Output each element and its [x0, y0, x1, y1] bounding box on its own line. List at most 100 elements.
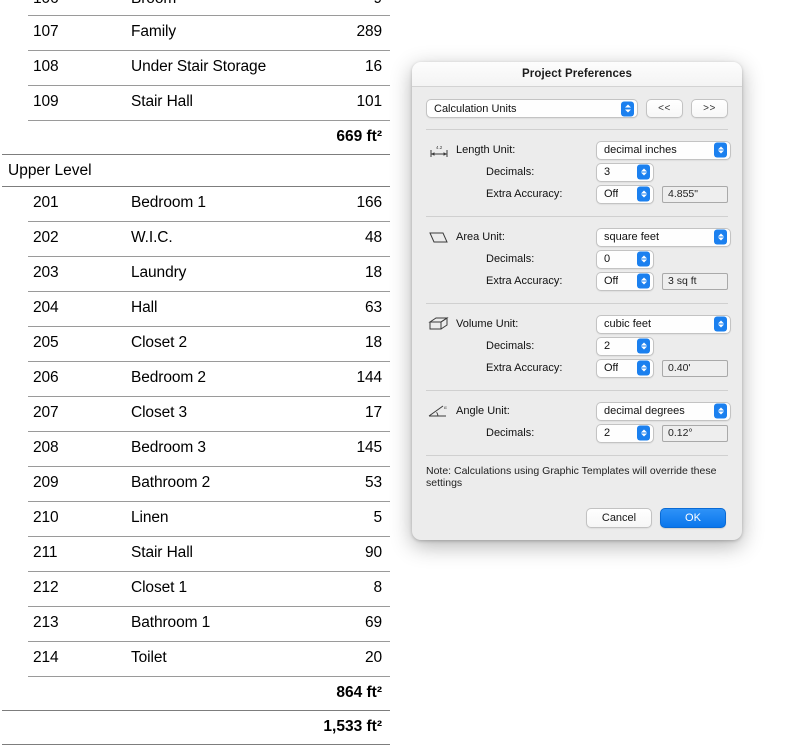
chevron-updown-icon — [637, 165, 650, 180]
extra-accuracy-popup[interactable]: Off — [596, 359, 654, 378]
table-row: 211Stair Hall90 — [0, 537, 392, 572]
room-name: Stair Hall — [131, 93, 193, 111]
room-name: Laundry — [131, 264, 186, 282]
unit-control-slot: cubic feet — [596, 315, 731, 334]
spacer — [426, 425, 452, 441]
unit-popup-value: square feet — [597, 231, 659, 243]
decimals-control-slot: 3 — [596, 163, 654, 182]
room-area: 48 — [365, 229, 382, 247]
extra-accuracy-popup[interactable]: Off — [596, 185, 654, 204]
room-number: 206 — [33, 369, 59, 387]
room-name: Stair Hall — [131, 544, 193, 562]
room-number: 109 — [33, 93, 59, 111]
spacer — [426, 186, 452, 202]
dialog-footer: Cancel OK — [412, 496, 742, 540]
room-number: 212 — [33, 579, 59, 597]
room-area: 9 — [373, 0, 382, 8]
unit-popup-value: decimal inches — [597, 144, 677, 156]
room-name: Linen — [131, 509, 168, 527]
cancel-button[interactable]: Cancel — [586, 508, 652, 528]
room-name: Toilet — [131, 649, 167, 667]
decimals-popup[interactable]: 0 — [596, 250, 654, 269]
decimals-row: Decimals:20.12° — [426, 422, 728, 444]
room-number: 209 — [33, 474, 59, 492]
extra-accuracy-control-slot: Off 4.855" — [596, 185, 728, 204]
room-name: Broom — [131, 0, 176, 8]
table-row: 209Bathroom 253 — [0, 467, 392, 502]
chevron-updown-icon — [637, 187, 650, 202]
decimals-popup-value: 2 — [597, 427, 610, 439]
table-row: 107Family289 — [0, 16, 392, 51]
accuracy-sample-field[interactable]: 0.12° — [662, 425, 728, 442]
room-number: 210 — [33, 509, 59, 527]
previous-scheme-button[interactable]: << — [646, 99, 683, 118]
chevron-updown-icon — [714, 317, 727, 332]
table-row: 201Bedroom 1166 — [0, 187, 392, 222]
ok-button[interactable]: OK — [660, 508, 726, 528]
decimals-popup[interactable]: 2 — [596, 337, 654, 356]
decimals-popup-value: 0 — [597, 253, 610, 265]
unit-popup[interactable]: square feet — [596, 228, 731, 247]
decimals-popup[interactable]: 2 — [596, 424, 654, 443]
table-row: 212Closet 18 — [0, 572, 392, 607]
chevron-updown-icon — [637, 361, 650, 376]
unit-popup[interactable]: cubic feet — [596, 315, 731, 334]
extra-accuracy-control-slot: Off 3 sq ft — [596, 272, 728, 291]
room-name: Closet 1 — [131, 579, 187, 597]
svg-text:α: α — [444, 406, 447, 411]
room-name: Bathroom 2 — [131, 474, 210, 492]
unit-row: Volume Unit:cubic feet — [426, 313, 728, 335]
spacer — [426, 273, 452, 289]
room-number: 207 — [33, 404, 59, 422]
level-heading: Upper Level — [8, 162, 92, 180]
room-area: 20 — [365, 649, 382, 667]
graphic-templates-note: Note: Calculations using Graphic Templat… — [426, 465, 728, 489]
unit-control-slot: decimal inches — [596, 141, 731, 160]
extra-accuracy-row: Extra Accuracy:Off0.40' — [426, 357, 728, 379]
chevron-updown-icon — [714, 404, 727, 419]
grand-total-value: 1,533 ft² — [323, 718, 382, 736]
room-number: 108 — [33, 58, 59, 76]
table-row: 213Bathroom 169 — [0, 607, 392, 642]
spacer — [426, 164, 452, 180]
room-name: Closet 3 — [131, 404, 187, 422]
divider — [426, 303, 728, 304]
unit-settings-groups: 4.2Length Unit:decimal inchesDecimals:3E… — [426, 139, 728, 456]
decimals-popup[interactable]: 3 — [596, 163, 654, 182]
table-row: 206 Bedroom 2 144 — [0, 362, 392, 397]
unit-label: Length Unit: — [456, 144, 596, 156]
area-parallelogram-icon — [426, 229, 452, 245]
room-area: 145 — [356, 439, 382, 457]
next-scheme-button[interactable]: >> — [691, 99, 728, 118]
unit-group: Volume Unit:cubic feetDecimals:2Extra Ac… — [426, 313, 728, 379]
chevron-updown-icon — [637, 252, 650, 267]
extra-accuracy-popup-value: Off — [597, 275, 618, 287]
room-area: 289 — [356, 23, 382, 41]
table-row: 202W.I.C.48 — [0, 222, 392, 257]
extra-accuracy-popup[interactable]: Off — [596, 272, 654, 291]
room-name: Bedroom 2 — [131, 369, 206, 387]
room-number: 107 — [33, 23, 59, 41]
extra-accuracy-popup-value: Off — [597, 362, 618, 374]
accuracy-sample-field[interactable]: 3 sq ft — [662, 273, 728, 290]
unit-row: 4.2 Length Unit:decimal inches — [426, 139, 728, 161]
chevron-updown-icon — [621, 101, 634, 116]
table-row: 210Linen5 — [0, 502, 392, 537]
unit-popup[interactable]: decimal inches — [596, 141, 731, 160]
room-area: 63 — [365, 299, 382, 317]
chevron-updown-icon — [714, 230, 727, 245]
room-number: 106 — [33, 0, 59, 8]
divider — [426, 216, 728, 217]
table-row: 106 Broom 9 — [0, 0, 392, 16]
room-area: 144 — [356, 369, 382, 387]
room-name: Hall — [131, 299, 157, 317]
svg-text:4.2: 4.2 — [436, 145, 443, 150]
room-number: 203 — [33, 264, 59, 282]
unit-row: Area Unit:square feet — [426, 226, 728, 248]
table-row: 204Hall63 — [0, 292, 392, 327]
preference-scheme-popup[interactable]: Calculation Units — [426, 99, 638, 118]
accuracy-sample-field[interactable]: 0.40' — [662, 360, 728, 377]
unit-popup[interactable]: decimal degrees — [596, 402, 731, 421]
accuracy-sample-field[interactable]: 4.855" — [662, 186, 728, 203]
room-name: Bathroom 1 — [131, 614, 210, 632]
